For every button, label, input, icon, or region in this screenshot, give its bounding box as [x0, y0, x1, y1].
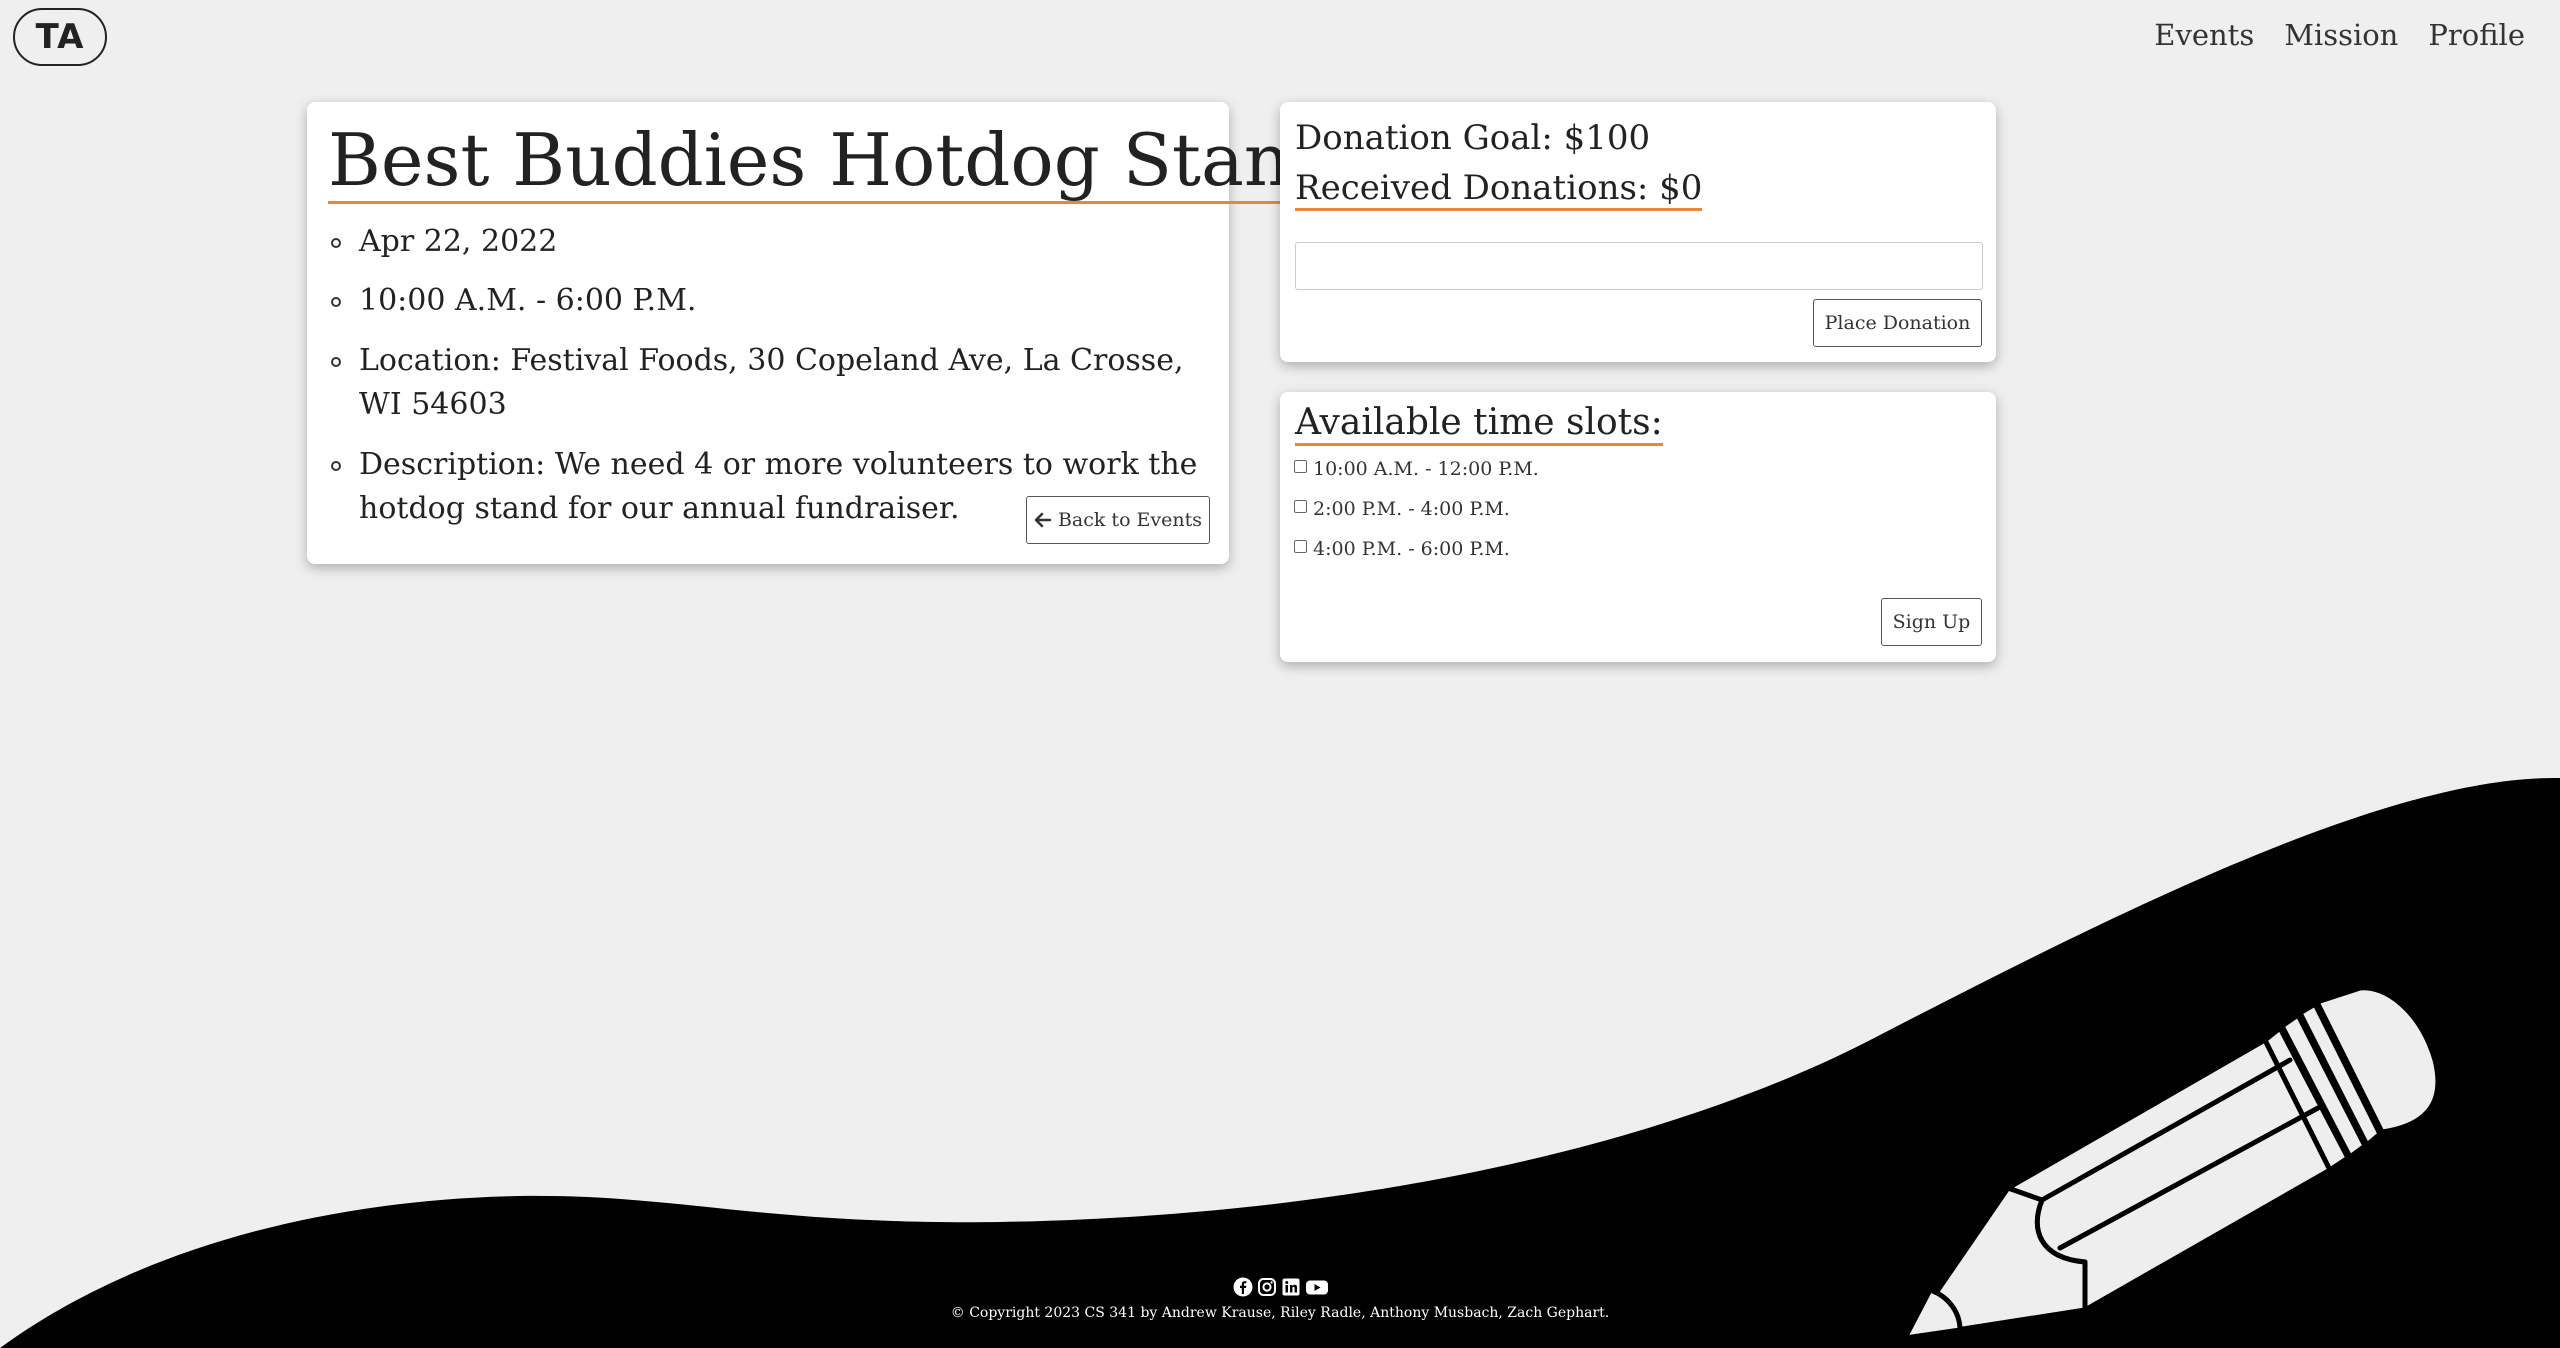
time-slots-card: Available time slots: 10:00 A.M. - 12:00… — [1280, 392, 1996, 662]
time-slot-option[interactable]: 4:00 P.M. - 6:00 P.M. — [1294, 538, 1510, 560]
back-to-events-label: Back to Events — [1057, 509, 1203, 531]
time-slot-option[interactable]: 2:00 P.M. - 4:00 P.M. — [1294, 498, 1510, 520]
donation-amount-input[interactable] — [1295, 242, 1983, 290]
donation-card: Donation Goal: $100 Received Donations: … — [1280, 102, 1996, 362]
logo[interactable]: TA — [13, 8, 107, 66]
time-slot-checkbox[interactable] — [1294, 459, 1307, 473]
sign-up-button[interactable]: Sign Up — [1881, 598, 1982, 646]
facebook-icon[interactable] — [1233, 1277, 1253, 1297]
place-donation-button[interactable]: Place Donation — [1813, 299, 1982, 347]
time-slot-label: 10:00 A.M. - 12:00 P.M. — [1313, 458, 1539, 480]
back-to-events-button[interactable]: Back to Events — [1026, 496, 1210, 544]
time-slot-label: 2:00 P.M. - 4:00 P.M. — [1313, 498, 1510, 520]
copyright-text: © Copyright 2023 CS 341 by Andrew Krause… — [950, 1305, 1610, 1321]
event-location: Location: Festival Foods, 30 Copeland Av… — [329, 339, 1209, 428]
instagram-icon[interactable] — [1257, 1277, 1277, 1297]
event-details-card: Best Buddies Hotdog Stand Apr 22, 2022 1… — [307, 102, 1337, 564]
time-slot-checkbox[interactable] — [1294, 499, 1307, 513]
social-links — [1233, 1277, 1329, 1297]
time-slot-checkbox[interactable] — [1294, 539, 1307, 553]
linkedin-icon[interactable] — [1281, 1277, 1301, 1297]
time-slots-title: Available time slots: — [1295, 402, 1663, 447]
time-slot-option[interactable]: 10:00 A.M. - 12:00 P.M. — [1294, 458, 1539, 480]
event-title: Best Buddies Hotdog Stand — [328, 118, 1337, 204]
time-slot-label: 4:00 P.M. - 6:00 P.M. — [1313, 538, 1510, 560]
event-date: Apr 22, 2022 — [329, 220, 1209, 264]
youtube-icon[interactable] — [1305, 1277, 1329, 1297]
nav-mission[interactable]: Mission — [2284, 18, 2398, 52]
nav-events[interactable]: Events — [2154, 18, 2254, 52]
arrow-left-icon — [1034, 512, 1052, 528]
event-time: 10:00 A.M. - 6:00 P.M. — [329, 279, 1209, 323]
donation-goal: Donation Goal: $100 — [1295, 118, 1651, 158]
main-nav: Events Mission Profile — [2154, 18, 2525, 52]
received-donations: Received Donations: $0 — [1295, 168, 1703, 212]
nav-profile[interactable]: Profile — [2428, 18, 2525, 52]
